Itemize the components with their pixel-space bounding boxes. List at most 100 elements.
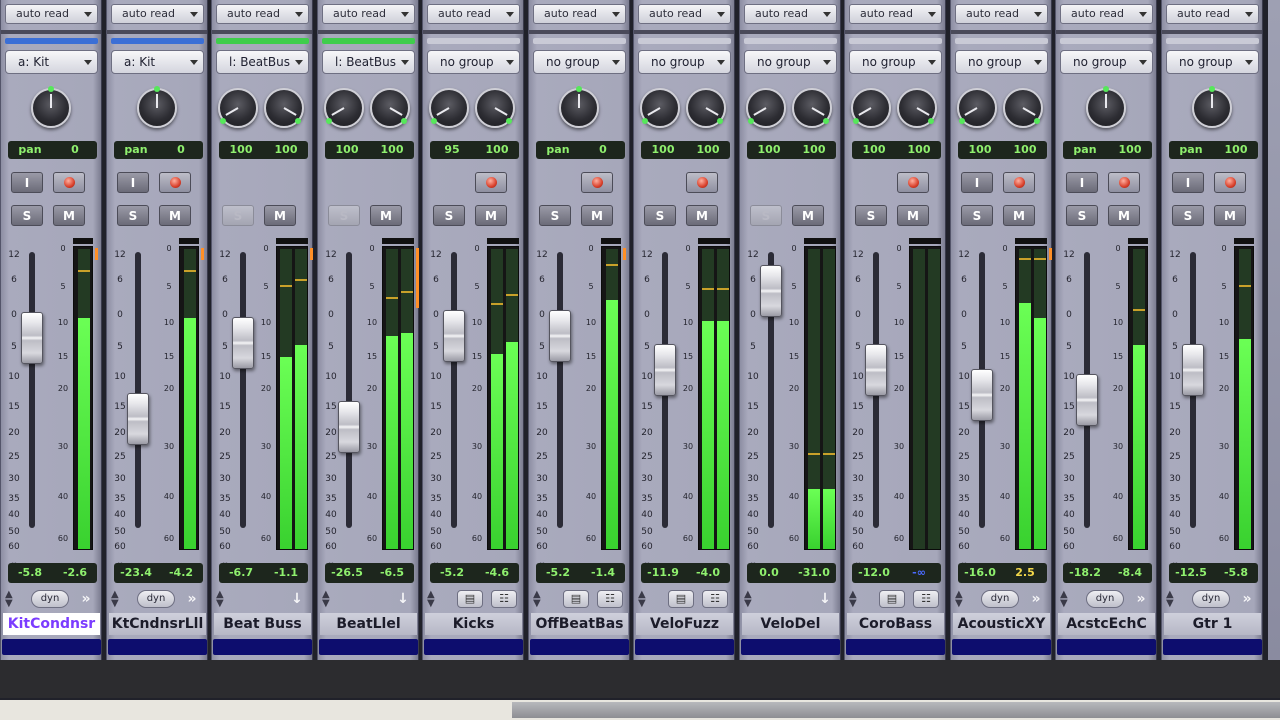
- track-name[interactable]: KitCondnsr: [3, 613, 100, 635]
- pan-value-left[interactable]: pan: [8, 141, 52, 159]
- pan-knob[interactable]: [218, 88, 258, 128]
- automation-mode-selector[interactable]: auto read: [5, 4, 98, 24]
- pan-value-left[interactable]: pan: [114, 141, 158, 159]
- volume-fader[interactable]: [232, 317, 254, 369]
- fader-level-value[interactable]: -6.7: [219, 563, 263, 583]
- pan-value-left[interactable]: 100: [325, 141, 369, 159]
- track-name[interactable]: BeatLlel: [320, 613, 417, 635]
- pan-value-right[interactable]: 100: [264, 141, 308, 159]
- arrow-down-icon[interactable]: ↓: [814, 590, 836, 608]
- peak-level-value[interactable]: -1.4: [581, 563, 625, 583]
- record-enable-button[interactable]: [475, 172, 507, 193]
- up-down-arrows-icon[interactable]: ▲ ▼: [533, 590, 541, 609]
- track-name[interactable]: VeloDel: [742, 613, 839, 635]
- midi-keyboard-icon[interactable]: ☷: [702, 590, 728, 608]
- pan-knob[interactable]: [1086, 86, 1126, 128]
- group-selector[interactable]: no group: [427, 50, 520, 74]
- track-timebase-selector[interactable]: dyn: [31, 590, 69, 608]
- mute-button[interactable]: M: [1214, 205, 1246, 226]
- peak-level-value[interactable]: -5.8: [1214, 563, 1258, 583]
- pan-knob[interactable]: [686, 88, 726, 128]
- solo-button[interactable]: S: [328, 205, 360, 226]
- pan-value-right[interactable]: 100: [897, 141, 941, 159]
- mute-button[interactable]: M: [159, 205, 191, 226]
- midi-keyboard-icon[interactable]: ☷: [597, 590, 623, 608]
- track-timebase-selector[interactable]: dyn: [981, 590, 1019, 608]
- volume-fader[interactable]: [21, 312, 43, 364]
- automation-mode-selector[interactable]: auto read: [216, 4, 309, 24]
- pan-value-left[interactable]: 100: [641, 141, 685, 159]
- group-selector[interactable]: no group: [849, 50, 942, 74]
- pan-value-right[interactable]: 100: [475, 141, 519, 159]
- pan-value-left[interactable]: 100: [747, 141, 791, 159]
- double-arrow-right-icon[interactable]: »: [75, 590, 97, 608]
- up-down-arrows-icon[interactable]: ▲ ▼: [638, 590, 646, 609]
- solo-button[interactable]: S: [539, 205, 571, 226]
- fader-level-value[interactable]: -16.0: [958, 563, 1002, 583]
- mute-button[interactable]: M: [1108, 205, 1140, 226]
- track-name[interactable]: CoroBass: [847, 613, 944, 635]
- mute-button[interactable]: M: [897, 205, 929, 226]
- pan-knob[interactable]: [851, 88, 891, 128]
- volume-fader[interactable]: [338, 401, 360, 453]
- midi-keyboard-icon[interactable]: ☷: [913, 590, 939, 608]
- fader-level-value[interactable]: -11.9: [641, 563, 685, 583]
- automation-mode-selector[interactable]: auto read: [638, 4, 731, 24]
- double-arrow-right-icon[interactable]: »: [1025, 590, 1047, 608]
- pan-knob[interactable]: [1003, 88, 1043, 128]
- solo-button[interactable]: S: [222, 205, 254, 226]
- automation-mode-selector[interactable]: auto read: [849, 4, 942, 24]
- record-enable-button[interactable]: [159, 172, 191, 193]
- mute-button[interactable]: M: [53, 205, 85, 226]
- peak-level-value[interactable]: -8.4: [1108, 563, 1152, 583]
- record-enable-button[interactable]: [53, 172, 85, 193]
- solo-button[interactable]: S: [433, 205, 465, 226]
- pan-value-left[interactable]: pan: [1063, 141, 1107, 159]
- track-name[interactable]: VeloFuzz: [636, 613, 733, 635]
- peak-level-value[interactable]: -4.0: [686, 563, 730, 583]
- pan-knob[interactable]: [31, 86, 71, 128]
- pan-knob[interactable]: [370, 88, 410, 128]
- track-timebase-selector[interactable]: dyn: [1086, 590, 1124, 608]
- mute-button[interactable]: M: [792, 205, 824, 226]
- pan-knob[interactable]: [559, 86, 599, 128]
- input-monitor-button[interactable]: I: [11, 172, 43, 193]
- up-down-arrows-icon[interactable]: ▲ ▼: [1060, 590, 1068, 609]
- group-selector[interactable]: l: BeatBus: [216, 50, 309, 74]
- up-down-arrows-icon[interactable]: ▲ ▼: [1166, 590, 1174, 609]
- group-selector[interactable]: no group: [638, 50, 731, 74]
- track-name[interactable]: Beat Buss: [214, 613, 311, 635]
- pan-value-right[interactable]: 100: [686, 141, 730, 159]
- peak-level-value[interactable]: 2.5: [1003, 563, 1047, 583]
- track-view-icon[interactable]: ▤: [457, 590, 483, 608]
- group-selector[interactable]: no group: [533, 50, 626, 74]
- mute-button[interactable]: M: [370, 205, 402, 226]
- peak-level-value[interactable]: -4.6: [475, 563, 519, 583]
- midi-keyboard-icon[interactable]: ☷: [491, 590, 517, 608]
- peak-level-value[interactable]: -2.6: [53, 563, 97, 583]
- solo-button[interactable]: S: [644, 205, 676, 226]
- peak-level-value[interactable]: -1.1: [264, 563, 308, 583]
- volume-fader[interactable]: [865, 344, 887, 396]
- automation-mode-selector[interactable]: auto read: [533, 4, 626, 24]
- fader-level-value[interactable]: -5.2: [536, 563, 580, 583]
- solo-button[interactable]: S: [1066, 205, 1098, 226]
- volume-fader[interactable]: [760, 265, 782, 317]
- mute-button[interactable]: M: [686, 205, 718, 226]
- arrow-down-icon[interactable]: ↓: [392, 590, 414, 608]
- group-selector[interactable]: no group: [1060, 50, 1153, 74]
- pan-value-right[interactable]: 100: [370, 141, 414, 159]
- fader-level-value[interactable]: -12.0: [852, 563, 896, 583]
- up-down-arrows-icon[interactable]: ▲ ▼: [111, 590, 119, 609]
- solo-button[interactable]: S: [961, 205, 993, 226]
- pan-knob[interactable]: [640, 88, 680, 128]
- up-down-arrows-icon[interactable]: ▲ ▼: [955, 590, 963, 609]
- track-timebase-selector[interactable]: dyn: [1192, 590, 1230, 608]
- horizontal-scrollbar-thumb[interactable]: [512, 702, 1280, 718]
- pan-value-right[interactable]: 100: [1108, 141, 1152, 159]
- automation-mode-selector[interactable]: auto read: [955, 4, 1048, 24]
- fader-level-value[interactable]: -23.4: [114, 563, 158, 583]
- volume-fader[interactable]: [1182, 344, 1204, 396]
- input-monitor-button[interactable]: I: [961, 172, 993, 193]
- solo-button[interactable]: S: [1172, 205, 1204, 226]
